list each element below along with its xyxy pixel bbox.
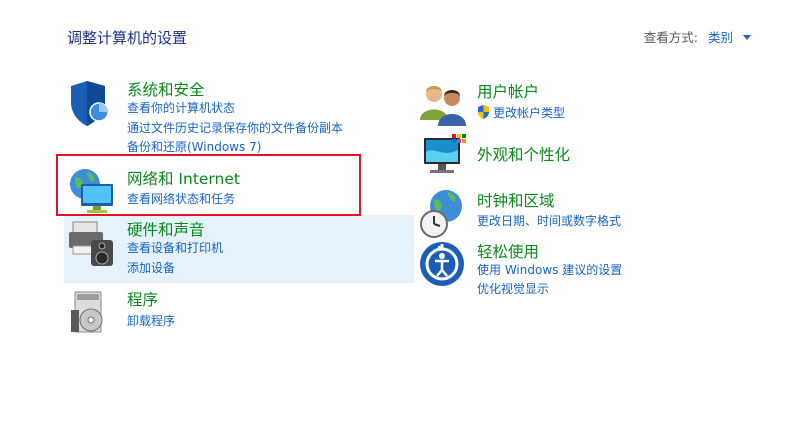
uac-shield-icon <box>478 105 489 119</box>
category-title[interactable]: 轻松使用 <box>477 240 539 262</box>
link-devices-printers[interactable]: 查看设备和打印机 <box>127 239 223 256</box>
link-optimize-visual-display[interactable]: 优化视觉显示 <box>477 280 549 297</box>
view-by-label: 查看方式: <box>643 30 699 45</box>
security-shield-icon <box>71 81 109 126</box>
category-title[interactable]: 用户帐户 <box>477 80 539 102</box>
link-label[interactable]: 更改帐户类型 <box>493 106 565 120</box>
programs-icon <box>71 291 103 333</box>
view-by-control[interactable]: 查看方式: 类别 <box>644 27 751 46</box>
link-backup-restore[interactable]: 备份和还原(Windows 7) <box>127 138 261 155</box>
category-title[interactable]: 硬件和声音 <box>127 218 205 240</box>
category-title[interactable]: 程序 <box>127 288 158 310</box>
category-title[interactable]: 时钟和区域 <box>477 189 555 211</box>
user-accounts-icon <box>420 86 466 126</box>
network-highlight-box <box>56 154 361 216</box>
link-uninstall-program[interactable]: 卸载程序 <box>127 312 175 329</box>
link-windows-suggested-settings[interactable]: 使用 Windows 建议的设置 <box>477 261 622 278</box>
link-change-date-time-format[interactable]: 更改日期、时间或数字格式 <box>477 212 621 229</box>
link-file-history[interactable]: 通过文件历史记录保存你的文件备份副本 <box>127 119 343 136</box>
ease-of-access-icon <box>420 242 464 286</box>
chevron-down-icon[interactable] <box>743 35 751 40</box>
category-title[interactable]: 外观和个性化 <box>477 143 570 165</box>
printer-speaker-icon <box>69 221 113 266</box>
clock-globe-icon <box>420 190 462 238</box>
appearance-monitor-icon <box>424 134 466 173</box>
view-by-value[interactable]: 类别 <box>708 30 733 45</box>
link-view-computer-status[interactable]: 查看你的计算机状态 <box>127 99 235 116</box>
link-change-account-type[interactable]: 更改帐户类型 <box>477 104 565 121</box>
link-add-device[interactable]: 添加设备 <box>127 259 175 276</box>
page-title: 调整计算机的设置 <box>67 29 188 47</box>
category-title[interactable]: 系统和安全 <box>127 78 205 100</box>
